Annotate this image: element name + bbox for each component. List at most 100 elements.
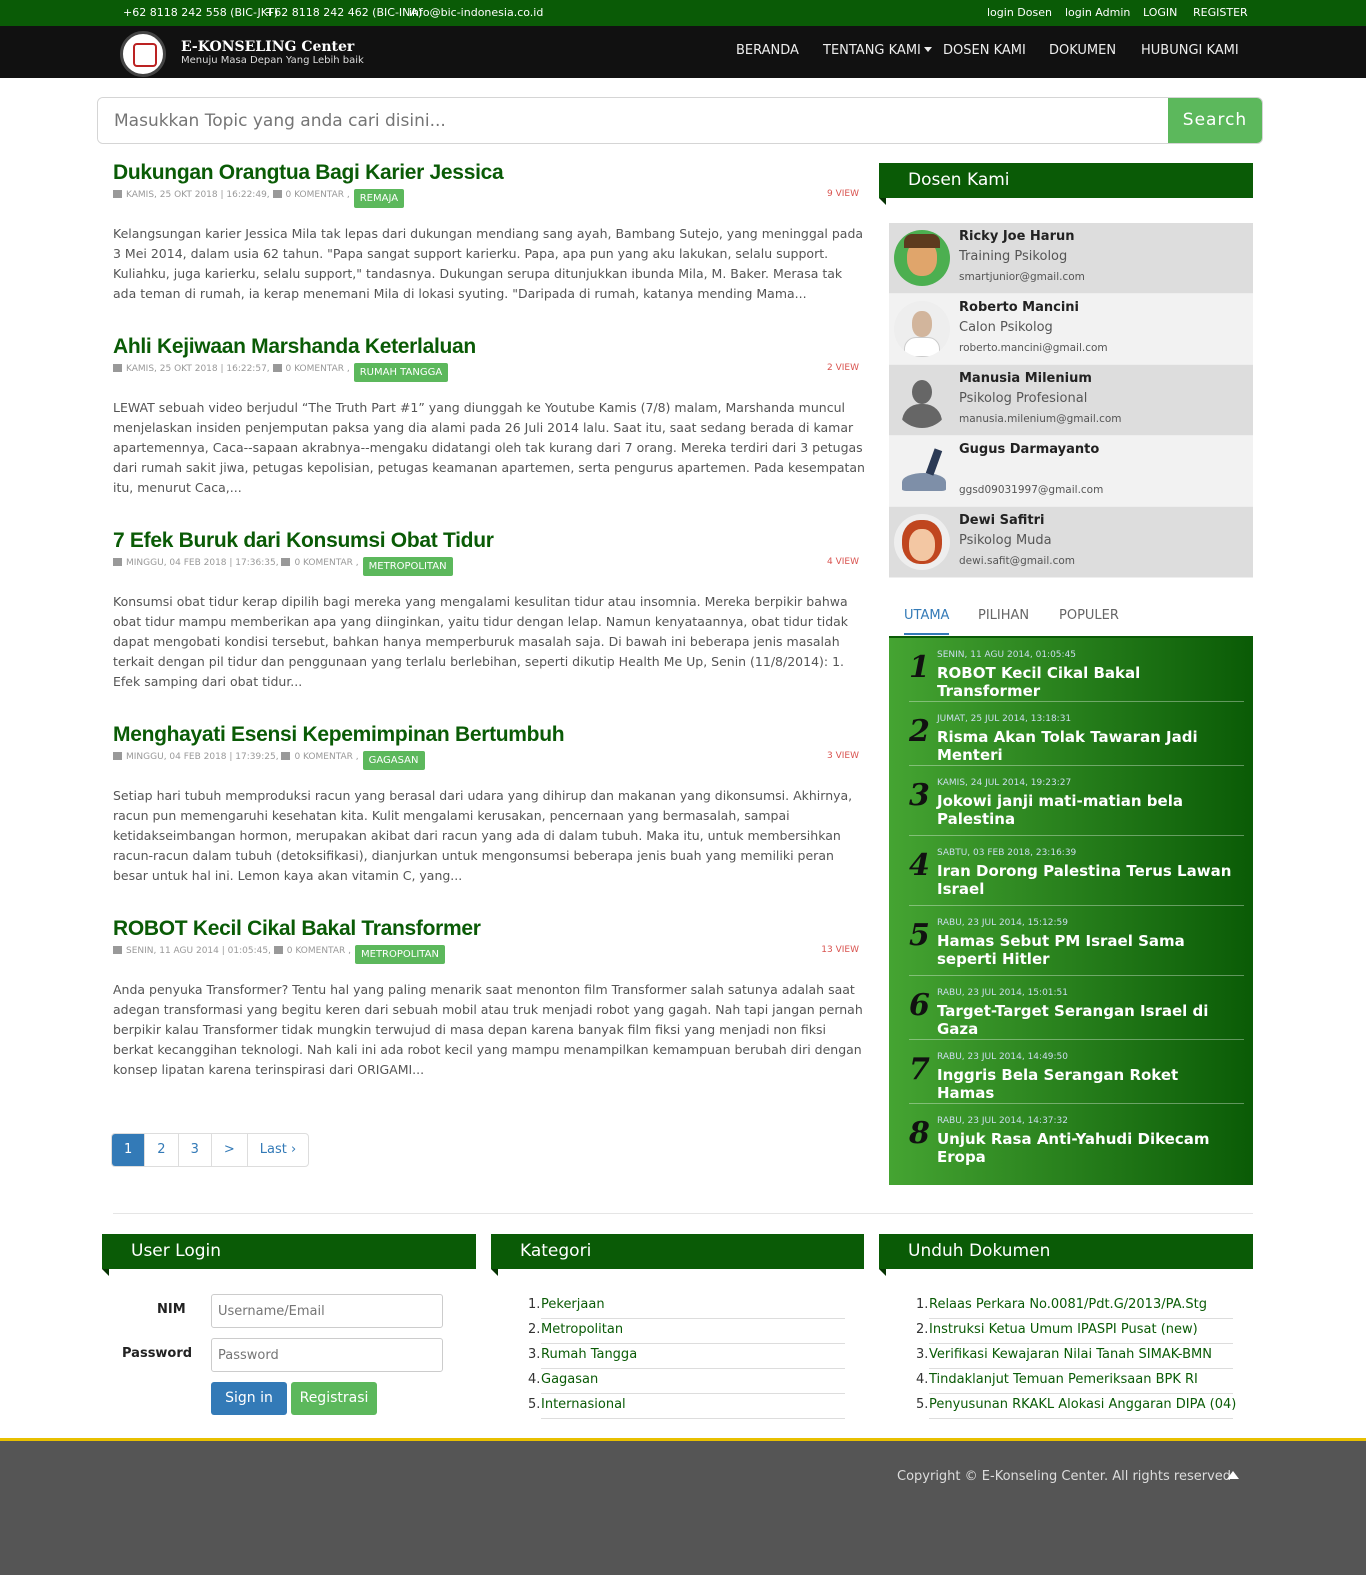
news-item[interactable]: 4 SABTU, 03 FEB 2018, 23:16:39 Iran Dorong… <box>909 842 1244 906</box>
nav-dokumen[interactable]: DOKUMEN <box>1049 43 1116 58</box>
news-item[interactable]: 5 RABU, 23 JUL 2014, 15:12:59 Hamas Sebut … <box>909 912 1244 976</box>
dosen-email: smartjunior@gmail.com <box>959 271 1085 283</box>
register-link[interactable]: REGISTER <box>1193 6 1248 19</box>
brand-name[interactable]: E-KONSELING Center <box>181 39 354 55</box>
dokumen-link[interactable]: Instruksi Ketua Umum IPASPI Pusat (new) <box>929 1322 1198 1337</box>
news-tabs: UTAMA PILIHAN POPULER <box>889 600 1253 638</box>
nav-dosen-kami[interactable]: DOSEN KAMI <box>943 43 1026 58</box>
article-comments[interactable]: 0 KOMENTAR , <box>286 190 350 200</box>
dokumen-link[interactable]: Penyusunan RKAKL Alokasi Anggaran DIPA (… <box>929 1397 1236 1412</box>
dokumen-link[interactable]: Verifikasi Kewajaran Nilai Tanah SIMAK-B… <box>929 1347 1212 1362</box>
kategori-link[interactable]: Internasional <box>541 1397 626 1412</box>
list-item[interactable]: 3. Verifikasi Kewajaran Nilai Tanah SIMAK… <box>916 1344 1233 1369</box>
news-title[interactable]: Jokowi janji mati-matian bela Palestina <box>937 792 1237 828</box>
search-input[interactable] <box>98 98 1170 143</box>
calendar-icon <box>113 190 122 198</box>
article-meta: MINGGU, 04 FEB 2018 | 17:36:35, 0 KOMENT… <box>113 557 453 576</box>
news-title[interactable]: Iran Dorong Palestina Terus Lawan Israel <box>937 862 1237 898</box>
news-title[interactable]: Unjuk Rasa Anti-Yahudi Dikecam Eropa <box>937 1130 1237 1166</box>
category-tag[interactable]: METROPOLITAN <box>362 557 453 576</box>
scroll-to-top-icon[interactable] <box>1227 1471 1239 1479</box>
page-2[interactable]: 2 <box>144 1134 177 1166</box>
comment-icon <box>281 752 291 760</box>
kategori-link[interactable]: Metropolitan <box>541 1322 623 1337</box>
nav-tentang-kami[interactable]: TENTANG KAMI <box>823 43 932 58</box>
article-excerpt: Anda penyuka Transformer? Tentu hal yang… <box>113 982 863 1077</box>
dosen-item[interactable]: Manusia Milenium Psikolog Profesional ma… <box>889 365 1253 436</box>
dosen-name: Roberto Mancini <box>959 300 1079 315</box>
news-title[interactable]: Inggris Bela Serangan Roket Hamas <box>937 1066 1237 1102</box>
news-item[interactable]: 7 RABU, 23 JUL 2014, 14:49:50 Inggris Bela… <box>909 1046 1244 1104</box>
nav-beranda[interactable]: BERANDA <box>736 43 799 58</box>
login-dosen-link[interactable]: login Dosen <box>987 6 1052 19</box>
comment-icon <box>281 558 291 566</box>
kategori-widget-title: Kategori <box>491 1234 864 1276</box>
tab-pilihan[interactable]: PILIHAN <box>978 608 1029 623</box>
nav-hubungi-kami[interactable]: HUBUNGI KAMI <box>1141 43 1239 58</box>
search-bar: Search <box>97 97 1263 144</box>
news-date: RABU, 23 JUL 2014, 14:49:50 <box>937 1052 1069 1062</box>
dokumen-link[interactable]: Tindaklanjut Temuan Pemeriksaan BPK RI <box>929 1372 1198 1387</box>
news-item[interactable]: 6 RABU, 23 JUL 2014, 15:01:51 Target-Targe… <box>909 982 1244 1040</box>
dosen-item[interactable]: Gugus Darmayanto ggsd09031997@gmail.com <box>889 436 1253 507</box>
register-button[interactable]: Registrasi <box>291 1382 377 1415</box>
list-item[interactable]: 2. Instruksi Ketua Umum IPASPI Pusat (new… <box>916 1319 1233 1344</box>
category-tag[interactable]: REMAJA <box>353 189 405 208</box>
article-title[interactable]: Dukungan Orangtua Bagi Karier Jessica <box>113 161 865 185</box>
page-3[interactable]: 3 <box>177 1134 211 1166</box>
news-title[interactable]: Risma Akan Tolak Tawaran Jadi Menteri <box>937 728 1237 764</box>
list-item[interactable]: 5. Internasional <box>528 1394 845 1419</box>
login-admin-link[interactable]: login Admin <box>1065 6 1130 19</box>
category-tag[interactable]: METROPOLITAN <box>355 945 445 964</box>
article-title[interactable]: Menghayati Esensi Kepemimpinan Bertumbuh <box>113 723 865 747</box>
kategori-link[interactable]: Rumah Tangga <box>541 1347 637 1362</box>
list-item[interactable]: 4. Tindaklanjut Temuan Pemeriksaan BPK RI <box>916 1369 1233 1394</box>
news-date: RABU, 23 JUL 2014, 15:12:59 <box>937 918 1069 928</box>
tab-utama[interactable]: UTAMA <box>904 608 950 635</box>
avatar <box>894 443 950 499</box>
list-item[interactable]: 3. Rumah Tangga <box>528 1344 845 1369</box>
kategori-link[interactable]: Gagasan <box>541 1372 598 1387</box>
page-next[interactable]: > <box>210 1134 247 1166</box>
dosen-item[interactable]: Ricky Joe Harun Training Psikolog smartj… <box>889 223 1253 294</box>
news-title[interactable]: Hamas Sebut PM Israel Sama seperti Hitle… <box>937 932 1237 968</box>
category-tag[interactable]: GAGASAN <box>362 751 425 770</box>
article-comments[interactable]: 0 KOMENTAR , <box>294 558 358 568</box>
avatar <box>894 301 950 357</box>
page-last[interactable]: Last › <box>246 1134 308 1166</box>
news-item[interactable]: 3 KAMIS, 24 JUL 2014, 19:23:27 Jokowi janj… <box>909 772 1244 836</box>
dosen-name: Dewi Safitri <box>959 513 1045 528</box>
article-comments[interactable]: 0 KOMENTAR , <box>294 752 358 762</box>
page-1[interactable]: 1 <box>112 1134 145 1166</box>
news-title[interactable]: Target-Target Serangan Israel di Gaza <box>937 1002 1237 1038</box>
category-tag[interactable]: RUMAH TANGGA <box>353 363 449 382</box>
nim-input[interactable] <box>211 1294 443 1328</box>
dosen-item[interactable]: Roberto Mancini Calon Psikolog roberto.m… <box>889 294 1253 365</box>
kategori-link[interactable]: Pekerjaan <box>541 1297 605 1312</box>
sign-in-button[interactable]: Sign in <box>211 1382 287 1415</box>
news-item[interactable]: 2 JUMAT, 25 JUL 2014, 13:18:31 Risma Akan … <box>909 708 1244 766</box>
list-item[interactable]: 5. Penyusunan RKAKL Alokasi Anggaran DIPA… <box>916 1394 1236 1419</box>
article-title[interactable]: Ahli Kejiwaan Marshanda Keterlaluan <box>113 335 865 359</box>
news-item[interactable]: 8 RABU, 23 JUL 2014, 14:37:32 Unjuk Rasa A… <box>909 1110 1244 1168</box>
dokumen-link[interactable]: Relaas Perkara No.0081/Pdt.G/2013/PA.Stg <box>929 1297 1207 1312</box>
site-logo[interactable] <box>120 31 166 77</box>
list-item[interactable]: 1. Pekerjaan <box>528 1294 845 1319</box>
login-link[interactable]: LOGIN <box>1143 6 1177 19</box>
article-comments[interactable]: 0 KOMENTAR , <box>286 364 350 374</box>
news-title[interactable]: ROBOT Kecil Cikal Bakal Transformer <box>937 664 1237 700</box>
footer <box>0 1441 1366 1575</box>
article-title[interactable]: 7 Efek Buruk dari Konsumsi Obat Tidur <box>113 529 865 553</box>
dosen-role: Psikolog Profesional <box>959 391 1088 406</box>
dosen-item[interactable]: Dewi Safitri Psikolog Muda dewi.safit@gm… <box>889 507 1253 578</box>
article-comments[interactable]: 0 KOMENTAR , <box>287 946 351 956</box>
search-button[interactable]: Search <box>1168 98 1262 143</box>
list-item[interactable]: 1. Relaas Perkara No.0081/Pdt.G/2013/PA.S… <box>916 1294 1233 1319</box>
list-item[interactable]: 4. Gagasan <box>528 1369 845 1394</box>
contact-email[interactable]: info@bic-indonesia.co.id <box>409 6 543 19</box>
article-title[interactable]: ROBOT Kecil Cikal Bakal Transformer <box>113 917 865 941</box>
list-item[interactable]: 2. Metropolitan <box>528 1319 845 1344</box>
password-input[interactable] <box>211 1338 443 1372</box>
tab-populer[interactable]: POPULER <box>1059 608 1119 623</box>
news-item[interactable]: 1 SENIN, 11 AGU 2014, 01:05:45 ROBOT Kecil… <box>909 644 1244 702</box>
